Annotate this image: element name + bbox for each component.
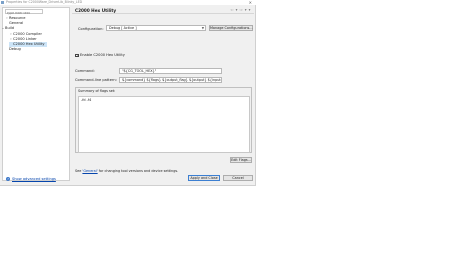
- page-header: C2000 Hex Utility ⇦ ▾ ⇨ ▾ ▾: [72, 7, 254, 14]
- configuration-label: Configuration:: [78, 26, 104, 31]
- title-bar: Properties for C2000Ware_DriverLib_Blink…: [0, 0, 256, 5]
- flags-summary-text[interactable]: -fd -f4: [78, 96, 250, 153]
- enable-label: Enable C2000 Hex Utility: [80, 53, 125, 57]
- property-page: C2000 Hex Utility ⇦ ▾ ⇨ ▾ ▾ Configuratio…: [72, 7, 254, 175]
- command-pattern-field[interactable]: ${command} ${flags} ${output_flag} ${out…: [119, 77, 222, 83]
- tree-item-label: Debug: [9, 47, 21, 51]
- configuration-value: Debug [ Active ]: [109, 26, 137, 30]
- tree-item-build[interactable]: ⌄Build: [1, 26, 14, 31]
- flags-summary-group: Summary of flags set: -fd -f4: [75, 87, 252, 153]
- dialog-button-bar: ? Show advanced settings Apply and Close …: [0, 175, 256, 185]
- apply-and-close-button[interactable]: Apply and Close: [188, 175, 220, 181]
- tree-item-label: C2000 Linker: [13, 37, 37, 41]
- tree-item-label: General: [9, 21, 24, 25]
- command-row: Command: "${CG_TOOL_HEX}": [75, 68, 253, 74]
- general-hint: See 'General' for changing tool versions…: [75, 169, 178, 173]
- command-pattern-label: Command-line pattern:: [75, 78, 117, 82]
- show-advanced-settings-link[interactable]: Show advanced settings: [12, 177, 56, 181]
- command-pattern-row: Command-line pattern: ${command} ${flags…: [75, 77, 253, 83]
- cancel-button[interactable]: Cancel: [223, 175, 253, 181]
- configuration-select[interactable]: Debug [ Active ] ▼: [106, 25, 206, 31]
- history-nav-icons[interactable]: ⇦ ▾ ⇨ ▾ ▾: [230, 8, 251, 12]
- flags-summary-label: Summary of flags set:: [78, 89, 116, 93]
- app-icon: [1, 0, 4, 4]
- command-label: Command:: [75, 69, 95, 73]
- tree-item-debug[interactable]: Debug: [5, 47, 21, 52]
- tree-item-label: C2000 Hex Utility: [13, 42, 45, 46]
- tree-item-label: C2000 Compiler: [13, 32, 42, 36]
- tree-item-label: Build: [5, 26, 15, 30]
- page-title: C2000 Hex Utility: [75, 8, 117, 13]
- filter-field[interactable]: [5, 9, 43, 15]
- general-link[interactable]: 'General': [82, 169, 97, 173]
- close-icon[interactable]: ✕: [249, 0, 252, 5]
- hint-suffix: for changing tool versions and device se…: [97, 169, 179, 173]
- property-nav-panel: ›Resource General ⌄Build ›C2000 Compiler…: [1, 7, 70, 181]
- window-title: Properties for C2000Ware_DriverLib_Blink…: [6, 0, 83, 4]
- command-field[interactable]: "${CG_TOOL_HEX}": [119, 68, 222, 74]
- dropdown-arrow-icon: ▼: [201, 26, 204, 30]
- enable-checkbox[interactable]: ✓: [75, 53, 79, 57]
- advanced-settings: ? Show advanced settings: [6, 176, 56, 181]
- help-icon[interactable]: ?: [6, 176, 10, 181]
- properties-dialog: Properties for C2000Ware_DriverLib_Blink…: [0, 0, 256, 186]
- manage-configurations-button[interactable]: Manage Configurations...: [209, 25, 253, 31]
- filter-input[interactable]: [6, 11, 42, 15]
- tree-item-label: Resource: [9, 16, 26, 20]
- edit-flags-button[interactable]: Edit Flags...: [230, 157, 252, 163]
- configuration-row: Configuration: Debug [ Active ] ▼ Manage…: [75, 25, 253, 32]
